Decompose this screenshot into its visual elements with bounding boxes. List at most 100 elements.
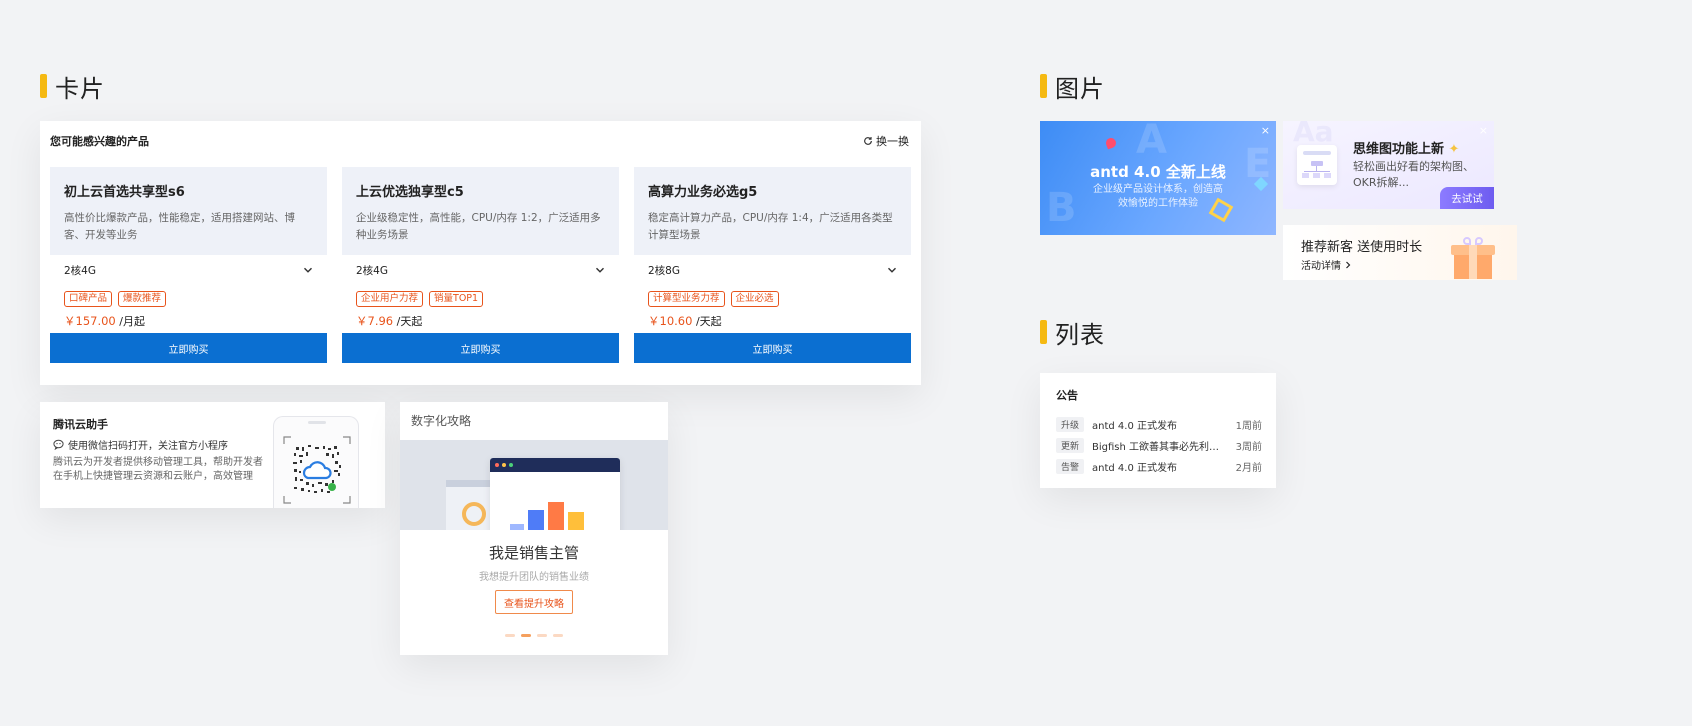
bar-icon — [568, 512, 584, 530]
product-title: 上云优选独享型c5 — [356, 185, 464, 200]
price-value: ￥157.00 — [64, 314, 116, 328]
section-accent-bar — [1040, 74, 1047, 98]
section-title-list: 列表 — [1040, 319, 1105, 349]
section-accent-bar — [1040, 320, 1047, 344]
product-tag: 口碑产品 — [64, 291, 113, 307]
donut-chart-icon — [462, 502, 486, 526]
section-title-text: 图片 — [1055, 74, 1105, 103]
product-desc: 高性价比爆款产品，性能稳定，适用搭建网站、博客、开发等业务 — [64, 212, 295, 241]
notice-text: Bigfish 工欲善其事必先利其器，bigfish更新 — [1092, 441, 1226, 453]
product-recommend-card: 您可能感兴趣的产品 换一换 初上云首选共享型s6 高性价比爆款产品，性能稳定，适… — [40, 121, 921, 385]
notice-badge: 告警 — [1056, 458, 1085, 474]
chevron-down-icon — [303, 267, 313, 273]
product-tag: 销量TOP1 — [429, 291, 484, 307]
spec-value: 2核4G — [356, 264, 388, 277]
notice-time: 1周前 — [1235, 420, 1262, 432]
spec-select[interactable]: 2核4G — [356, 255, 605, 285]
price-unit: /月起 — [119, 315, 145, 328]
list-item[interactable]: 告警 antd 4.0 正式发布 2月前 — [1056, 458, 1262, 474]
product-price: ￥157.00 /月起 — [64, 313, 145, 329]
carousel-dot[interactable] — [553, 634, 563, 637]
notice-time: 3周前 — [1235, 441, 1262, 453]
list-item[interactable]: 升级 antd 4.0 正式发布 1周前 — [1056, 416, 1262, 432]
buy-now-button[interactable]: 立即购买 — [342, 333, 619, 363]
product-card-top: 上云优选独享型c5 企业级稳定性，高性能，CPU/内存 1:2，广泛适用多种业务… — [342, 167, 619, 255]
carousel-dot-active[interactable] — [521, 634, 531, 637]
dashboard-illustration — [400, 440, 668, 530]
banner-title: 推荐新客 送使用时长 — [1301, 240, 1423, 255]
close-icon[interactable]: × — [1479, 124, 1488, 137]
assistant-desc: 腾讯云为开发者提供移动管理工具，帮助开发者在手机上快捷管理云资源和云账户，高效管… — [53, 457, 263, 482]
sparkle-icon: ✦ — [1448, 142, 1460, 157]
section-title-text: 卡片 — [55, 74, 105, 103]
assistant-scan-hint: 使用微信扫码打开，关注官方小程序 — [53, 437, 228, 452]
decor-letter: A — [1136, 121, 1167, 163]
assistant-scan-text: 使用微信扫码打开，关注官方小程序 — [68, 441, 228, 452]
antd-release-banner[interactable]: B A E antd 4.0 全新上线 企业级产品设计体系，创造高效愉悦的工作体… — [1040, 121, 1276, 235]
front-window — [490, 458, 620, 530]
mindmap-feature-banner[interactable]: Aa 思维图功能上新 ✦ 轻松画出好看的架构图、OKR拆解... 去试试 × — [1283, 121, 1494, 209]
banner-title: antd 4.0 全新上线 — [1090, 163, 1226, 181]
decor-letter: Aa — [1293, 121, 1334, 148]
bar-icon — [528, 510, 544, 530]
product-tags: 企业用户力荐 销量TOP1 — [356, 291, 484, 307]
section-title-text: 列表 — [1055, 320, 1105, 349]
try-it-button[interactable]: 去试试 — [1440, 187, 1494, 209]
spec-select[interactable]: 2核4G — [64, 255, 313, 285]
notice-badge: 升级 — [1056, 416, 1085, 432]
section-accent-bar — [40, 74, 47, 98]
product-tag: 爆款推荐 — [118, 291, 167, 307]
phone-speaker — [308, 421, 326, 424]
price-value: ￥10.60 — [648, 314, 693, 328]
notice-time: 2月前 — [1235, 462, 1262, 474]
referral-banner[interactable]: 推荐新客 送使用时长 活动详情 — [1283, 225, 1517, 280]
spec-select[interactable]: 2核8G — [648, 255, 897, 285]
digital-strategy-card: 数字化攻略 我是销售主管 我想提升团队的销售业绩 查看提升攻略 — [400, 402, 668, 655]
product-card-top: 高算力业务必选g5 稳定高计算力产品，CPU/内存 1:4，广泛适用各类型计算型… — [634, 167, 911, 255]
notice-text: antd 4.0 正式发布 — [1092, 420, 1178, 432]
list-item[interactable]: 更新 Bigfish 工欲善其事必先利其器，bigfish更新 3周前 — [1056, 437, 1262, 453]
decor-shape — [1104, 136, 1118, 150]
carousel-dot[interactable] — [505, 634, 515, 637]
price-unit: /天起 — [396, 315, 423, 328]
buy-now-button[interactable]: 立即购买 — [50, 333, 327, 363]
gift-icon — [1451, 237, 1495, 279]
activity-detail-link[interactable]: 活动详情 — [1301, 257, 1352, 272]
assistant-title: 腾讯云助手 — [53, 418, 108, 431]
assistant-card: 腾讯云助手 使用微信扫码打开，关注官方小程序 腾讯云为开发者提供移动管理工具，帮… — [40, 402, 385, 508]
product-card: 高算力业务必选g5 稳定高计算力产品，CPU/内存 1:4，广泛适用各类型计算型… — [634, 167, 911, 363]
product-tags: 计算型业务力荐 企业必选 — [648, 291, 779, 307]
price-unit: /天起 — [695, 315, 722, 328]
product-card-header: 您可能感兴趣的产品 — [50, 135, 149, 148]
notice-list-card: 公告 升级 antd 4.0 正式发布 1周前 更新 Bigfish 工欲善其事… — [1040, 373, 1276, 488]
product-title: 高算力业务必选g5 — [648, 185, 758, 200]
product-card: 上云优选独享型c5 企业级稳定性，高性能，CPU/内存 1:2，广泛适用多种业务… — [342, 167, 619, 363]
digital-title: 数字化攻略 — [411, 414, 472, 428]
product-desc: 稳定高计算力产品，CPU/内存 1:4，广泛适用各类型计算型场景 — [648, 212, 893, 241]
phone-mockup — [273, 416, 359, 508]
spec-value: 2核4G — [64, 264, 96, 277]
product-title: 初上云首选共享型s6 — [64, 185, 185, 200]
product-card-top: 初上云首选共享型s6 高性价比爆款产品，性能稳定，适用搭建网站、博客、开发等业务 — [50, 167, 327, 255]
banner-subtitle: 企业级产品设计体系，创造高效愉悦的工作体验 — [1093, 184, 1223, 209]
carousel-dots — [400, 634, 668, 637]
notice-badge: 更新 — [1056, 437, 1085, 453]
view-strategy-button[interactable]: 查看提升攻略 — [495, 590, 573, 614]
wechat-icon — [53, 439, 64, 450]
product-tag: 计算型业务力荐 — [648, 291, 725, 307]
buy-now-button[interactable]: 立即购买 — [634, 333, 911, 363]
chevron-down-icon — [595, 267, 605, 273]
carousel-dot[interactable] — [537, 634, 547, 637]
product-price: ￥10.60 /天起 — [648, 313, 722, 329]
bar-icon — [510, 524, 524, 530]
close-icon[interactable]: × — [1261, 124, 1270, 137]
digital-heading: 我是销售主管 — [488, 544, 579, 562]
qr-code-icon — [283, 436, 351, 504]
bar-icon — [548, 502, 564, 530]
product-tag: 企业用户力荐 — [356, 291, 424, 307]
banner-title: 思维图功能上新 ✦ — [1353, 142, 1460, 157]
notice-text: antd 4.0 正式发布 — [1092, 462, 1178, 474]
section-title-cards: 卡片 — [40, 73, 105, 103]
refresh-icon — [864, 137, 872, 145]
refresh-button[interactable]: 换一换 — [863, 133, 909, 149]
